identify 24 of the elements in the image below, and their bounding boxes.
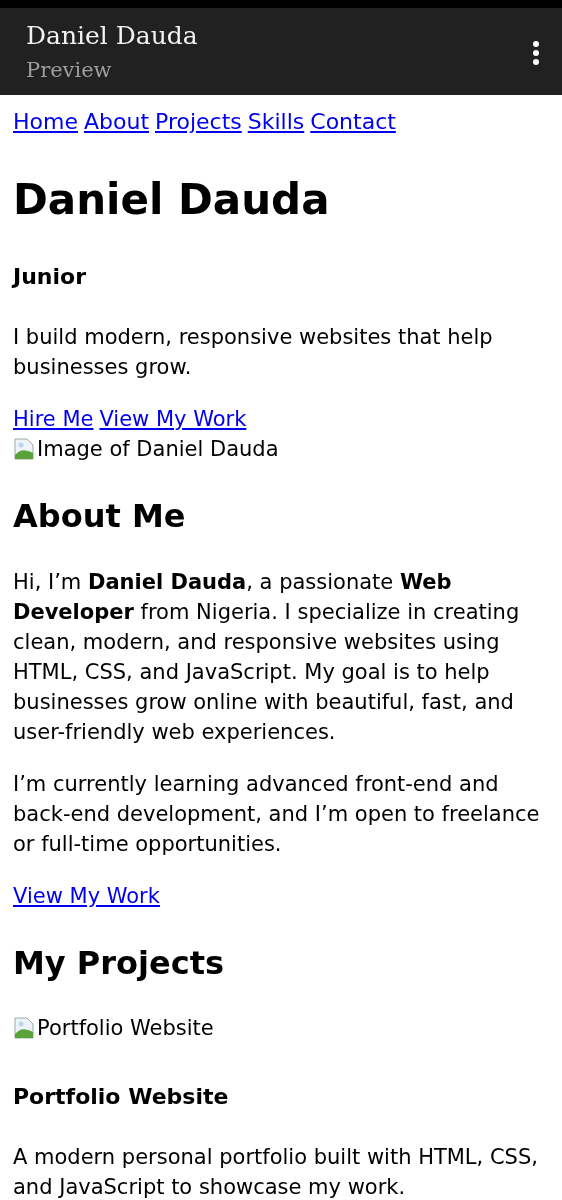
work-link[interactable]: View My Work	[13, 881, 160, 911]
cta-link[interactable]: View My Work	[99, 404, 247, 434]
nav-link[interactable]: Contact	[310, 107, 396, 137]
nav-link[interactable]: Projects	[155, 107, 242, 137]
nav-link[interactable]: Home	[13, 107, 78, 137]
broken-image-icon	[13, 1016, 35, 1040]
nav-link[interactable]: About	[83, 107, 149, 137]
section-heading: My Projects	[13, 943, 226, 983]
page-heading: Daniel Dauda	[13, 177, 331, 223]
section-heading: About Me	[13, 496, 187, 536]
image-alt-text: Portfolio Website	[37, 1015, 214, 1042]
intro-text: I build modern, responsive websites that help businesses grow.	[13, 324, 494, 381]
about-text: I’m currently learning advanced front-end and back-end development, and I’m open to freelance or full-time opportunities.	[13, 771, 541, 858]
project-title: Portfolio Website	[13, 1083, 230, 1111]
app-subtitle: Preview	[26, 58, 113, 82]
subheading: Junior	[13, 263, 87, 291]
cta-link[interactable]: Hire Me	[13, 404, 94, 434]
image-alt-text: Image of Daniel Dauda	[37, 436, 279, 463]
about-text: Hi, I’m Daniel Dauda, a passionate Web Developer from Nigeria. I specialize in creating clean, modern, and responsive websites using HTML, CSS, and JavaScript. My goal is to help businesses grow online with beautiful, fast, and user-friendly web experiences.	[13, 569, 521, 746]
project-description: A modern personal portfolio built with HTML, CSS, and JavaScript to showcase my work.	[13, 1144, 539, 1200]
nav-link[interactable]: Skills	[247, 107, 305, 137]
broken-image-icon	[13, 437, 35, 461]
more-menu-icon[interactable]	[532, 40, 540, 66]
app-title: Daniel Dauda	[26, 21, 198, 50]
